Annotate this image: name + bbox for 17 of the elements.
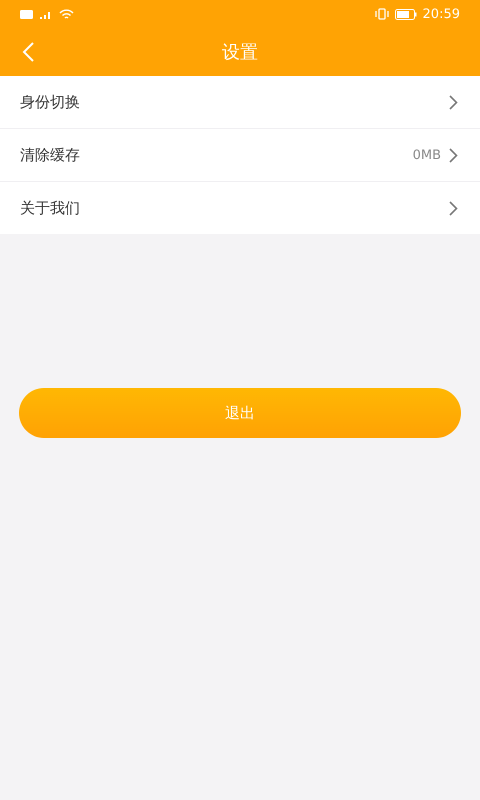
cache-size: 0MB (412, 148, 441, 162)
vibrate-icon (374, 8, 389, 20)
signal-icon (39, 9, 53, 19)
row-label: 身份切换 (20, 92, 81, 112)
wifi-icon (59, 8, 74, 20)
row-label: 关于我们 (20, 198, 81, 218)
settings-row[interactable]: 关于我们 (0, 182, 480, 234)
status-time: 20:59 (422, 6, 460, 22)
chevron-right-icon (449, 94, 458, 110)
row-label: 清除缓存 (20, 146, 81, 164)
chevron-right-icon (449, 148, 458, 162)
battery-icon (394, 8, 417, 20)
settings-row[interactable]: 清除缓存 0MB (0, 129, 480, 182)
chevron-right-icon (449, 200, 458, 216)
settings-row[interactable]: 身份切换 (0, 76, 480, 129)
page-title: 设置 (222, 41, 258, 64)
chevron-left-icon (22, 42, 34, 62)
